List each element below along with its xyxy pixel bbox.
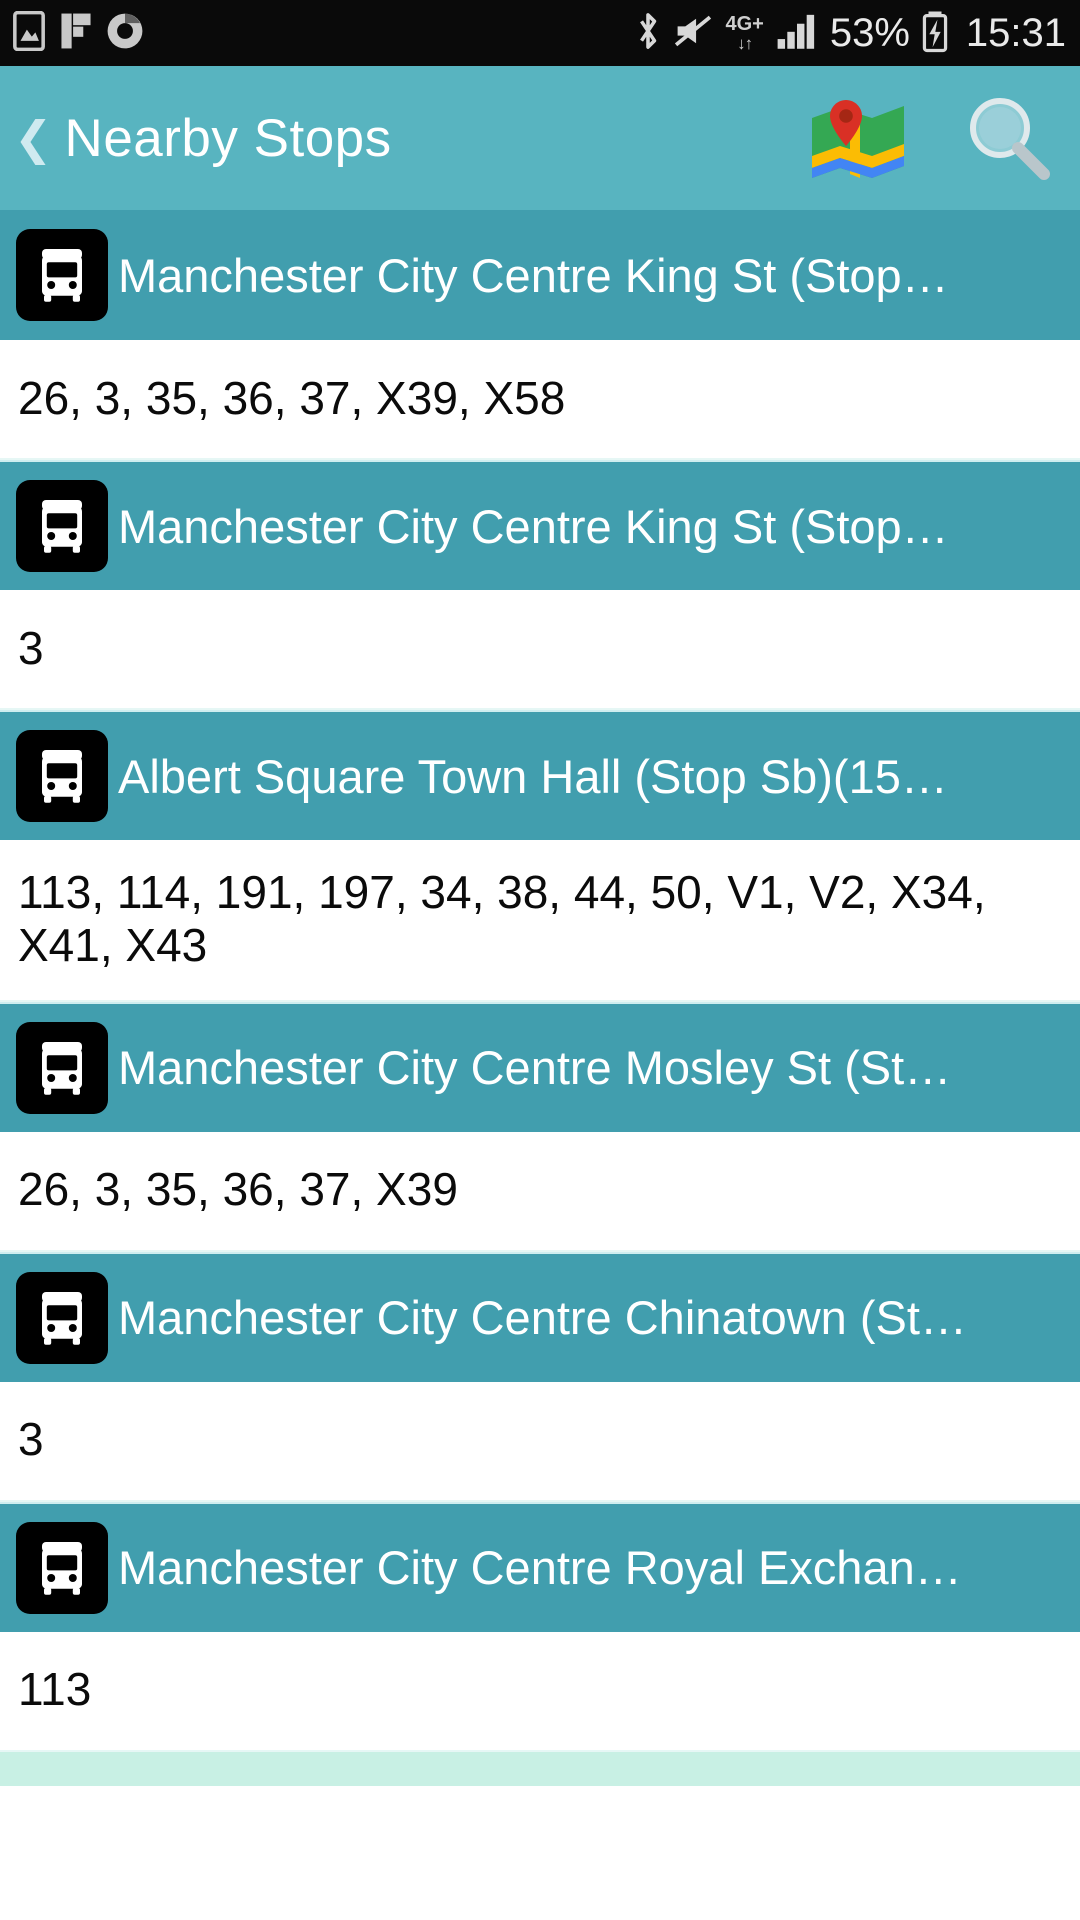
stop-header-row[interactable]: Albert Square Town Hall (Stop Sb)(15… <box>0 710 1080 840</box>
app-bar: ❮ Nearby Stops <box>0 66 1080 210</box>
routes-label: 26, 3, 35, 36, 37, X39 <box>18 1163 458 1216</box>
clock-label: 15:31 <box>965 10 1066 55</box>
stop-header-row[interactable]: Manchester City Centre Royal Exchan… <box>0 1501 1080 1632</box>
bus-icon <box>16 730 108 822</box>
stop-routes-row[interactable]: 113, 114, 191, 197, 34, 38, 44, 50, V1, … <box>0 840 1080 1002</box>
status-bar-left-icons <box>12 10 144 56</box>
stop-header-row[interactable]: Manchester City Centre King St (Stop… <box>0 210 1080 340</box>
signal-bars-icon <box>776 11 818 56</box>
stop-name-label: Manchester City Centre King St (Stop… <box>118 499 949 553</box>
bus-icon <box>16 480 108 572</box>
nearby-stops-list[interactable]: Manchester City Centre King St (Stop… 26… <box>0 210 1080 1752</box>
stop-header-row[interactable]: Manchester City Centre Mosley St (St… <box>0 1001 1080 1132</box>
stop-header-row[interactable]: Manchester City Centre Chinatown (St… <box>0 1251 1080 1382</box>
status-bar-right-icons: 4G+ ↓↑ 53% 15:31 <box>635 9 1066 58</box>
stop-header-row[interactable]: Manchester City Centre King St (Stop… <box>0 460 1080 590</box>
bus-icon <box>16 229 108 321</box>
bus-icon <box>16 1271 108 1364</box>
stop-name-label: Albert Square Town Hall (Stop Sb)(15… <box>118 749 948 803</box>
stop-routes-row[interactable]: 26, 3, 35, 36, 37, X39, X58 <box>0 340 1080 460</box>
battery-charging-icon <box>922 9 948 58</box>
routes-label: 113, 114, 191, 197, 34, 38, 44, 50, V1, … <box>18 866 986 971</box>
app-bar-actions <box>810 90 1054 186</box>
map-icon[interactable] <box>810 96 906 180</box>
stop-routes-row[interactable]: 113 <box>0 1631 1080 1752</box>
stop-routes-row[interactable]: 3 <box>0 1381 1080 1502</box>
flipboard-icon <box>60 12 92 55</box>
stop-routes-row[interactable]: 26, 3, 35, 36, 37, X39 <box>0 1131 1080 1252</box>
stop-name-label: Manchester City Centre Chinatown (St… <box>118 1291 967 1345</box>
routes-label: 113 <box>18 1663 92 1716</box>
routes-label: 3 <box>18 621 44 674</box>
page-title: Nearby Stops <box>64 108 392 168</box>
stop-name-label: Manchester City Centre Royal Exchan… <box>118 1541 962 1595</box>
search-icon[interactable] <box>958 90 1054 186</box>
bus-icon <box>16 1521 108 1614</box>
bluetooth-icon <box>635 10 661 57</box>
back-icon[interactable]: ❮ <box>14 115 53 161</box>
mute-icon <box>673 13 713 54</box>
image-icon <box>12 10 46 56</box>
stop-routes-row[interactable]: 3 <box>0 590 1080 710</box>
bottom-strip <box>0 1751 1080 1786</box>
routes-label: 3 <box>18 1413 44 1466</box>
status-bar: 4G+ ↓↑ 53% 15:31 <box>0 0 1080 66</box>
stop-name-label: Manchester City Centre King St (Stop… <box>118 248 949 302</box>
network-4g-icon: 4G+ ↓↑ <box>725 13 764 53</box>
stop-name-label: Manchester City Centre Mosley St (St… <box>118 1041 952 1095</box>
routes-label: 26, 3, 35, 36, 37, X39, X58 <box>18 371 566 424</box>
chrome-icon <box>106 12 144 55</box>
battery-percent-label: 53% <box>829 10 910 55</box>
bus-icon <box>16 1021 108 1114</box>
